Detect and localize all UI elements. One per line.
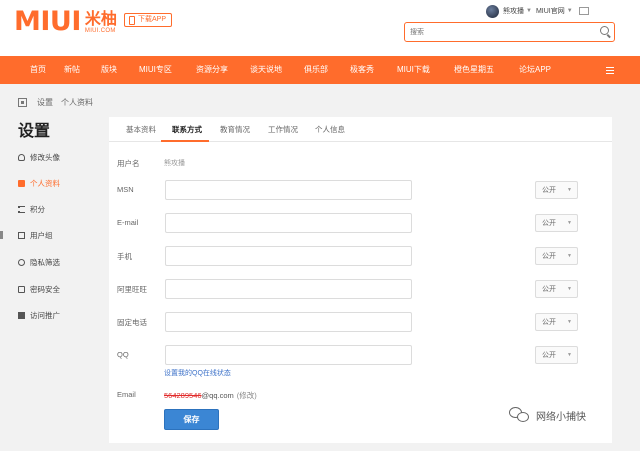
phone-icon (129, 15, 135, 25)
sidebar-item-avatar[interactable]: 修改头像 (18, 151, 60, 163)
msn-field[interactable] (165, 180, 412, 200)
user-area: 熊攻播 ▼ MIUI官网 ▼ (486, 4, 589, 18)
logo-sub: MIUI.COM (84, 27, 116, 34)
lock-icon (18, 285, 25, 293)
tab-basic-info[interactable]: 基本资料 (126, 117, 156, 142)
key-icon (18, 258, 25, 266)
home-icon[interactable] (18, 98, 27, 107)
landline-label: 固定电话 (117, 318, 147, 327)
exit-icon[interactable] (578, 7, 589, 15)
site-header: MIUI 米柚 MIUI.COM 下载APP 熊攻播 ▼ MIUI官网 ▼ (0, 0, 640, 56)
edge-marker (0, 231, 3, 239)
tab-education[interactable]: 教育情况 (220, 117, 250, 142)
mobile-label: 手机 (117, 252, 132, 261)
msn-label: MSN (117, 185, 134, 194)
nav-item-miui-download[interactable]: MIUI下载 (397, 56, 430, 84)
nav-item-chat[interactable]: 谈天说地 (250, 56, 282, 84)
nav-item-resources[interactable]: 资源分享 (196, 56, 228, 84)
list-icon (18, 205, 25, 213)
nav-item-new-posts[interactable]: 新帖 (64, 56, 80, 84)
search-icon[interactable] (600, 26, 609, 35)
watermark: 网络小捕快 (509, 407, 586, 423)
sidebar-item-promotion[interactable]: 访问推广 (18, 309, 60, 321)
qq-field[interactable] (165, 345, 412, 365)
site-logo[interactable]: MIUI 米柚 MIUI.COM (14, 8, 117, 36)
chevron-down-icon: ▼ (567, 319, 572, 325)
username-link[interactable]: 熊攻播 (503, 6, 524, 16)
email-field[interactable] (165, 213, 412, 233)
aliwangwang-label: 阿里旺旺 (117, 285, 147, 294)
sidebar-item-points[interactable]: 积分 (18, 203, 45, 215)
search-input[interactable] (410, 24, 590, 40)
search-box (404, 22, 615, 42)
nav-item-miui-zone[interactable]: MIUI专区 (139, 56, 172, 84)
email-domain: @qq.com (201, 391, 234, 400)
nav-item-home[interactable]: 首页 (30, 56, 46, 84)
tab-contact[interactable]: 联系方式 (172, 117, 202, 142)
avatar[interactable] (486, 4, 499, 18)
menu-icon[interactable] (606, 67, 614, 74)
mobile-field[interactable] (165, 246, 412, 266)
breadcrumb-settings[interactable]: 设置 (37, 97, 53, 108)
sidebar-item-profile[interactable]: 个人资料 (18, 177, 60, 189)
watermark-text: 网络小捕快 (536, 411, 586, 423)
official-site-link[interactable]: MIUI官网 (536, 6, 565, 16)
sidebar-item-usergroup[interactable]: 用户组 (18, 229, 53, 241)
landline-privacy-select[interactable]: 公开 ▼ (535, 313, 578, 331)
email-redacted: 564289546 (164, 391, 202, 400)
tab-bar: 基本资料 联系方式 教育情况 工作情况 个人信息 (109, 117, 612, 142)
chevron-down-icon: ▼ (567, 220, 572, 226)
email-label: Email (117, 390, 136, 399)
download-app-label: 下载APP (138, 16, 167, 23)
nav-item-club[interactable]: 俱乐部 (304, 56, 328, 84)
page-title: 设置 (18, 123, 51, 140)
breadcrumb: 设置 个人资料 (18, 97, 101, 108)
breadcrumb-profile: 个人资料 (61, 98, 93, 107)
msn-privacy-select[interactable]: 公开 ▼ (535, 181, 578, 199)
sidebar-item-privacy[interactable]: 隐私筛选 (18, 256, 60, 268)
chevron-down-icon: ▼ (567, 286, 572, 292)
main-nav: 首页 新帖 版块 MIUI专区 资源分享 谈天说地 俱乐部 极客秀 MIUI下载… (0, 56, 640, 84)
chevron-down-icon: ▼ (567, 253, 572, 259)
chevron-down-icon: ▼ (567, 187, 572, 193)
check-icon (18, 311, 25, 319)
email-value: 564289546@qq.com (修改) (164, 390, 257, 401)
username-value: 熊攻播 (164, 160, 185, 167)
tab-personal[interactable]: 个人信息 (315, 117, 345, 142)
active-tab-underline (161, 140, 209, 142)
profile-panel: 基本资料 联系方式 教育情况 工作情况 个人信息 用户名 熊攻播 MSN 公开 ▼… (109, 117, 612, 443)
nav-item-forum-app[interactable]: 论坛APP (519, 56, 551, 84)
qq-privacy-select[interactable]: 公开 ▼ (535, 346, 578, 364)
logo-miui: MIUI (14, 6, 81, 37)
nav-item-boards[interactable]: 版块 (101, 56, 117, 84)
save-button[interactable]: 保存 (164, 409, 219, 430)
landline-field[interactable] (165, 312, 412, 332)
download-app-button[interactable]: 下载APP (124, 13, 173, 27)
email-privacy-select[interactable]: 公开 ▼ (535, 214, 578, 232)
wechat-icon (509, 407, 531, 423)
qq-status-link[interactable]: 设置我的QQ在线状态 (164, 368, 231, 378)
group-icon (18, 231, 25, 239)
aliwangwang-privacy-select[interactable]: 公开 ▼ (535, 280, 578, 298)
mobile-privacy-select[interactable]: 公开 ▼ (535, 247, 578, 265)
chevron-down-icon: ▼ (567, 352, 572, 358)
nav-item-geek[interactable]: 极客秀 (350, 56, 374, 84)
chevron-down-icon[interactable]: ▼ (526, 8, 532, 14)
chevron-down-icon[interactable]: ▼ (567, 8, 573, 14)
card-icon (18, 179, 25, 187)
username-label: 用户名 (117, 159, 140, 168)
qq-label: QQ (117, 350, 129, 359)
nav-item-orange-friday[interactable]: 橙色星期五 (454, 56, 494, 84)
sidebar-item-password[interactable]: 密码安全 (18, 283, 60, 295)
email-change-link[interactable]: (修改) (237, 391, 257, 400)
logo-cn: 米柚 (84, 8, 117, 28)
tab-work[interactable]: 工作情况 (268, 117, 298, 142)
person-icon (18, 153, 25, 161)
email-field-label: E-mail (117, 218, 139, 227)
aliwangwang-field[interactable] (165, 279, 412, 299)
